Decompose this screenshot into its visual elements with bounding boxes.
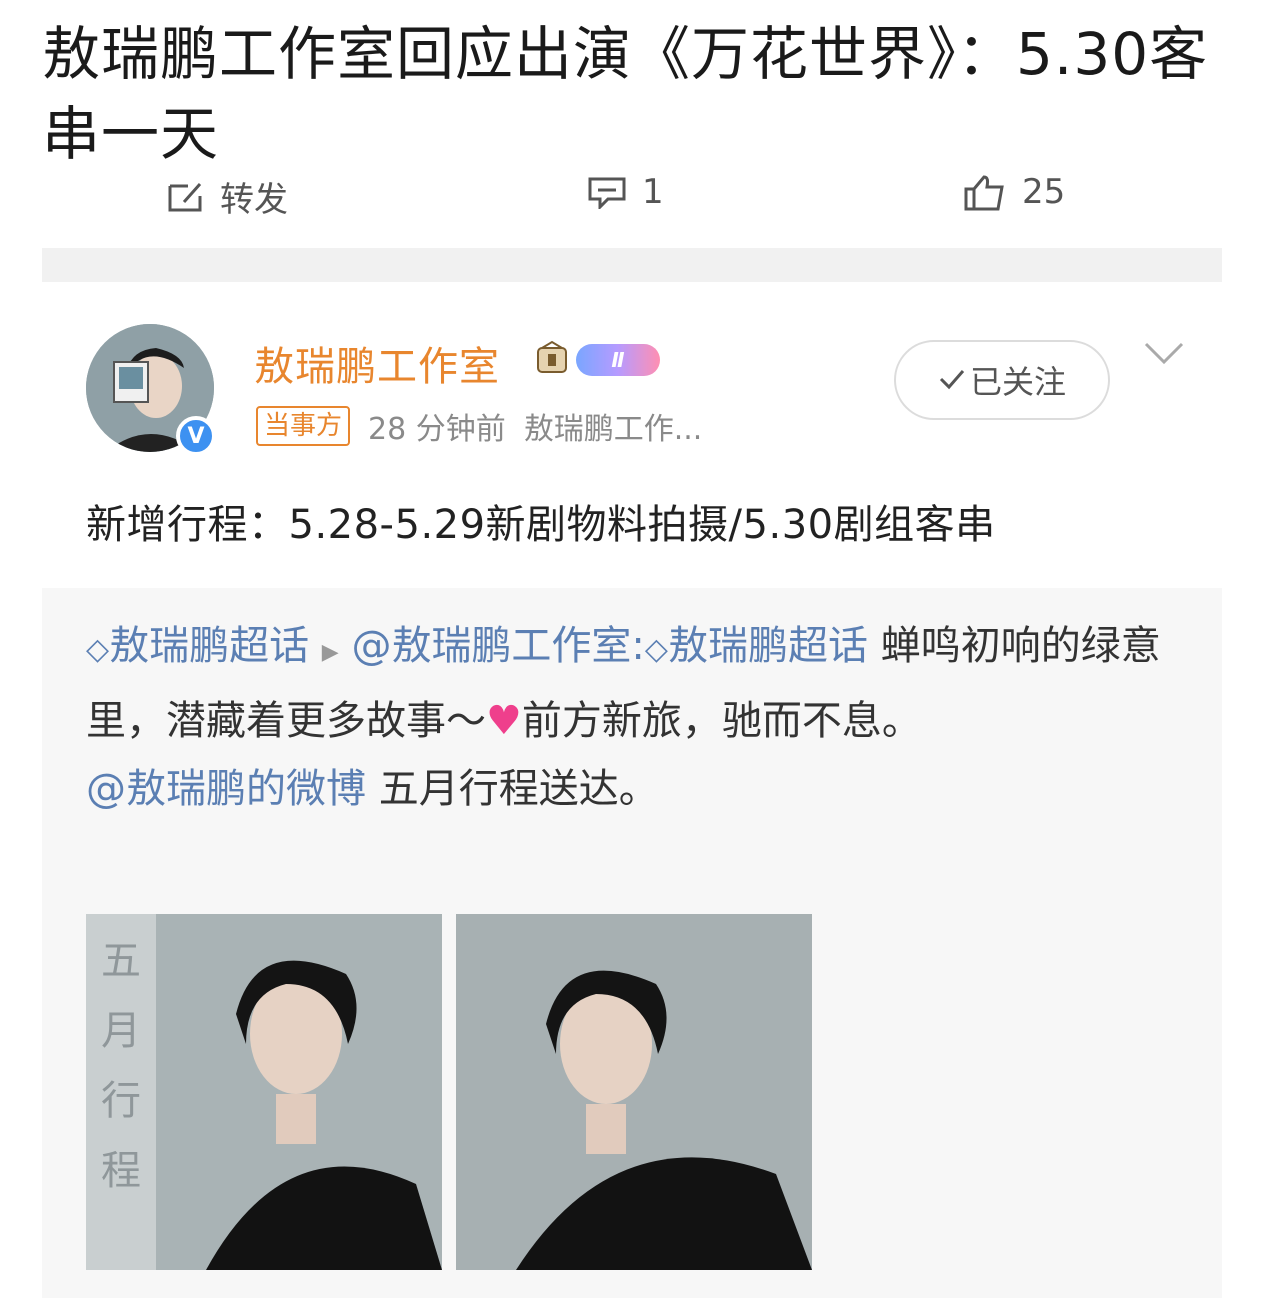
follow-label: 已关注 — [969, 363, 1066, 401]
mention-link-2[interactable]: @敖瑞鹏的微博 — [86, 766, 366, 812]
chevron-down-icon[interactable] — [1144, 340, 1184, 370]
post-username[interactable]: 敖瑞鹏工作室 — [254, 334, 500, 392]
post-text: 新增行程：5.28-5.29新剧物料拍摄/5.30剧组客串 — [86, 502, 996, 548]
svg-text:程: 程 — [101, 1148, 141, 1194]
mention-link[interactable]: @敖瑞鹏工作室: — [351, 623, 644, 669]
repost-icon — [166, 180, 206, 214]
comment-icon — [586, 175, 628, 209]
follow-button[interactable]: 已关注 — [894, 340, 1110, 420]
like-icon — [962, 173, 1008, 211]
like-button[interactable]: 25 — [962, 172, 1065, 212]
topic-link-2[interactable]: ◇敖瑞鹏超话 — [645, 623, 868, 669]
article-headline: 敖瑞鹏工作室回应出演《万花世界》：5.30客串一天 — [42, 20, 1209, 168]
section-divider — [42, 248, 1222, 282]
comment-button[interactable]: 1 — [586, 172, 664, 212]
topic-link[interactable]: ◇敖瑞鹏超话 — [86, 623, 309, 669]
post-time: 28 分钟前 — [368, 412, 506, 447]
user-badges: Ⅱ — [532, 340, 660, 380]
fan-badge-icon — [532, 340, 572, 380]
heart-icon: ♥ — [486, 698, 522, 744]
svg-text:行: 行 — [101, 1078, 141, 1124]
quote-body-3: 五月行程送达。 — [366, 766, 659, 812]
quoted-post-text: ◇敖瑞鹏超话 ▶ @敖瑞鹏工作室:◇敖瑞鹏超话 蝉鸣初响的绿意里，潜藏着更多故事… — [86, 612, 1176, 823]
post-image-1[interactable]: 五 月 行 程 — [86, 914, 442, 1270]
checkmark-icon — [938, 361, 966, 399]
post-source: 敖瑞鹏工作... — [523, 412, 703, 447]
like-count: 25 — [1022, 172, 1066, 212]
play-arrow-icon: ▶ — [321, 640, 339, 665]
comment-count: 1 — [642, 172, 664, 212]
repost-button[interactable]: 转发 — [166, 172, 288, 221]
action-bar: 转发 1 25 — [0, 168, 1264, 224]
svg-text:月: 月 — [101, 1008, 141, 1054]
photo-caption: 五 — [101, 938, 141, 984]
level-badge: Ⅱ — [576, 344, 660, 376]
party-tag: 当事方 — [256, 406, 351, 446]
post-image-2[interactable] — [456, 914, 812, 1270]
repost-label: 转发 — [220, 180, 288, 220]
quote-body-2: 前方新旅，驰而不息。 — [521, 698, 922, 744]
diamond-icon: ◇ — [86, 632, 110, 667]
verified-icon: V — [176, 416, 216, 456]
post-meta: 当事方 28 分钟前 敖瑞鹏工作... — [256, 404, 702, 448]
diamond-icon: ◇ — [644, 632, 668, 667]
